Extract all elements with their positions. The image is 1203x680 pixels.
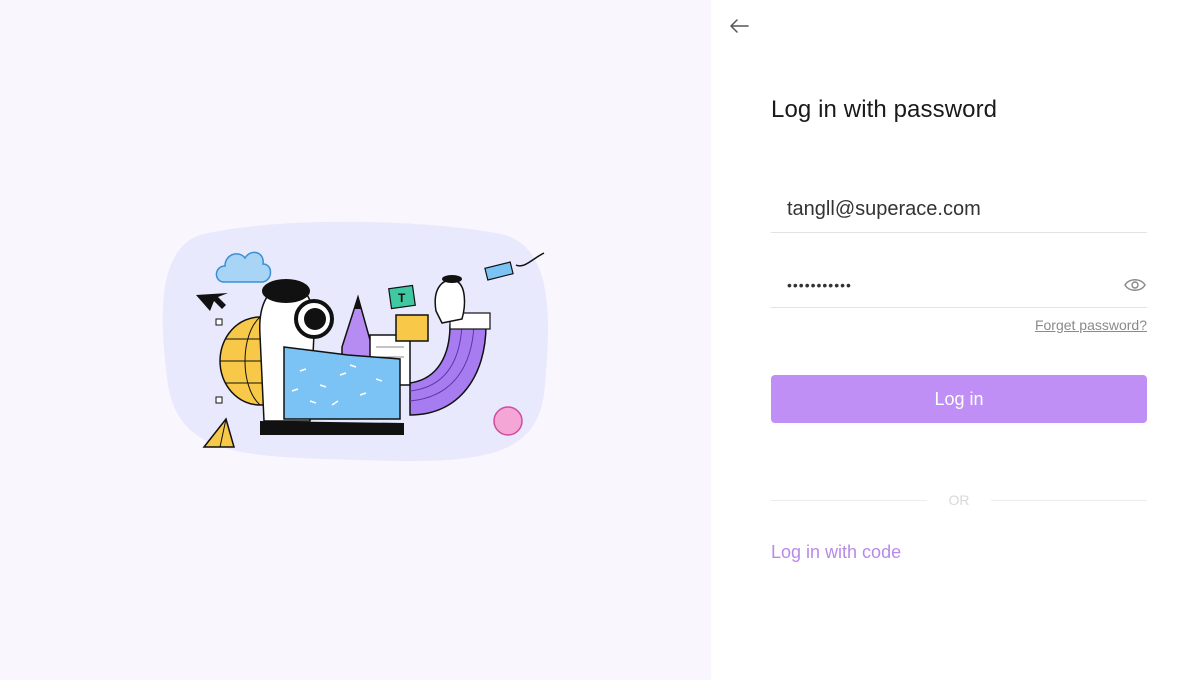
- svg-text:T: T: [398, 291, 406, 305]
- password-field: [771, 262, 1147, 308]
- login-button[interactable]: Log in: [771, 375, 1147, 423]
- login-with-code-link[interactable]: Log in with code: [771, 542, 901, 563]
- page-title: Log in with password: [771, 96, 998, 123]
- illustration-panel: T: [0, 0, 711, 680]
- or-divider: OR: [771, 490, 1147, 510]
- arrow-left-icon: [730, 19, 749, 33]
- text-card-shape: T: [388, 284, 416, 310]
- forget-password-link[interactable]: Forget password?: [1035, 317, 1147, 333]
- eye-icon[interactable]: [1123, 275, 1147, 295]
- login-panel: Log in with password Forget password? Lo…: [711, 0, 1203, 680]
- divider-line: [991, 500, 1147, 501]
- illustration: T: [162, 221, 549, 462]
- ball-shape: [493, 406, 523, 436]
- back-button[interactable]: [727, 14, 751, 38]
- email-field: [771, 187, 1147, 233]
- email-input[interactable]: [771, 187, 1147, 232]
- password-input[interactable]: [771, 262, 1147, 307]
